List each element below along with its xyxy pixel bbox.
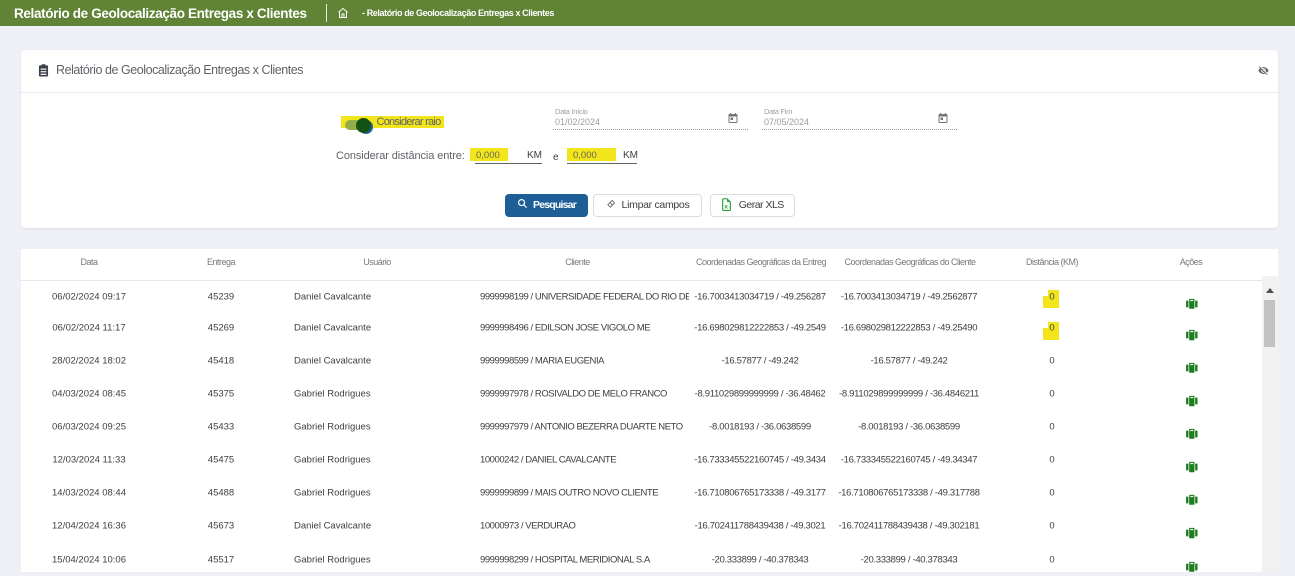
svg-text:x: x: [725, 203, 729, 210]
